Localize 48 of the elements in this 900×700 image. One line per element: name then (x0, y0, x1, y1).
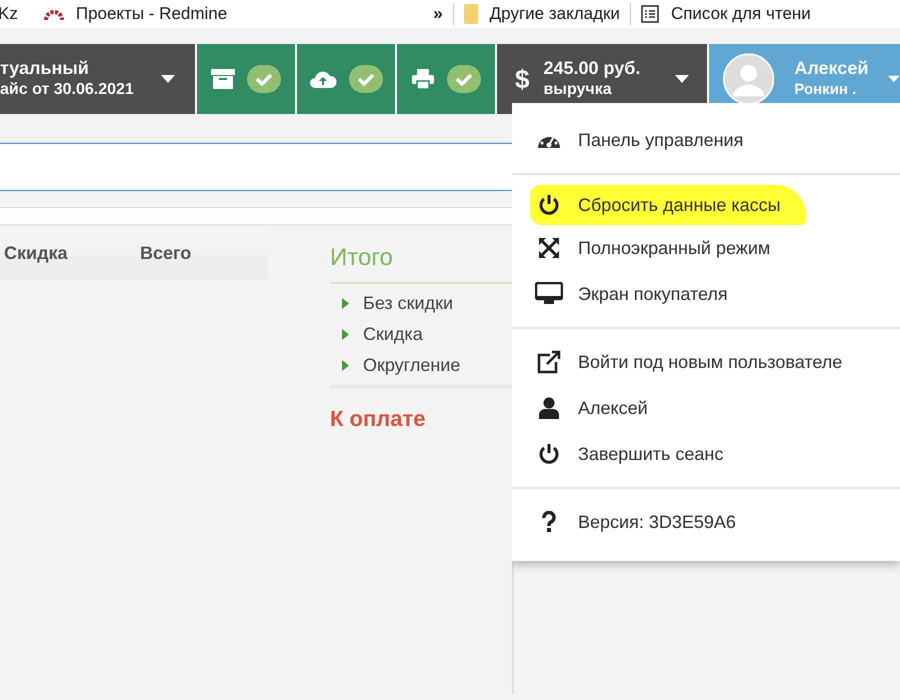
menu-item[interactable]: Завершить сеанс (512, 431, 900, 477)
triangle-icon (342, 298, 349, 309)
totals-row: Скидка (330, 319, 512, 350)
menu-item[interactable]: Войти под новым пользователе (512, 339, 900, 385)
external-link-icon (536, 350, 562, 374)
caret-icon[interactable] (161, 75, 175, 83)
expand-arrows-icon (538, 237, 560, 259)
arc-icon (44, 7, 64, 21)
sync-status-button[interactable] (297, 44, 395, 114)
dollar-sign: $ (515, 64, 530, 94)
triangle-icon (342, 329, 349, 340)
bookmark-link[interactable]: Другие закладки (454, 0, 630, 28)
cloud-upload-icon (309, 69, 337, 89)
highlighted-menu-item[interactable]: Сбросить данные кассы (530, 185, 806, 225)
column-header: Скидка (3, 242, 69, 264)
sync-status-button[interactable] (197, 44, 295, 114)
sync-status-button[interactable] (397, 44, 495, 114)
shift-title: туальный (0, 57, 90, 79)
amount-due-label: К оплате (330, 406, 426, 432)
more-bookmarks-button[interactable]: » (423, 0, 453, 28)
power-icon (538, 194, 560, 216)
shift-date: айс от 30.06.2021 (0, 80, 134, 100)
question-mark-icon (541, 511, 557, 533)
folder-icon (464, 4, 478, 24)
menu-item[interactable]: Версия: 3D3E59A6 (512, 499, 900, 545)
menu-item[interactable]: Экран покупателя (512, 271, 900, 317)
revenue-amount: 245.00 руб. (543, 57, 640, 79)
printer-icon (411, 68, 435, 90)
totals-row: Округление (330, 350, 512, 381)
menu-item[interactable]: Полноэкранный режим (512, 225, 900, 271)
list-icon (640, 5, 659, 23)
user-icon (539, 397, 559, 419)
archive-box-icon (211, 68, 235, 90)
bookmark-link[interactable]: Список для чтени (630, 0, 821, 28)
revenue-label: выручка (543, 80, 613, 100)
user-last-name: Ронкин . (794, 80, 858, 100)
power-icon (538, 443, 560, 465)
shift-status-panel[interactable]: туальный айс от 30.06.2021 (0, 44, 195, 114)
barcode-input-field[interactable] (0, 143, 512, 191)
column-header: Всего (140, 242, 192, 264)
monitor-icon (535, 282, 563, 306)
triangle-icon (342, 360, 349, 371)
user-first-name: Алексей (794, 57, 868, 79)
menu-item[interactable]: Алексей (512, 385, 900, 431)
bookmark-link[interactable]: Проекты - Redmine (34, 0, 238, 28)
totals-row: Без скидки (330, 288, 512, 319)
menu-item[interactable]: Панель управления (512, 117, 900, 163)
caret-icon[interactable] (675, 75, 689, 83)
